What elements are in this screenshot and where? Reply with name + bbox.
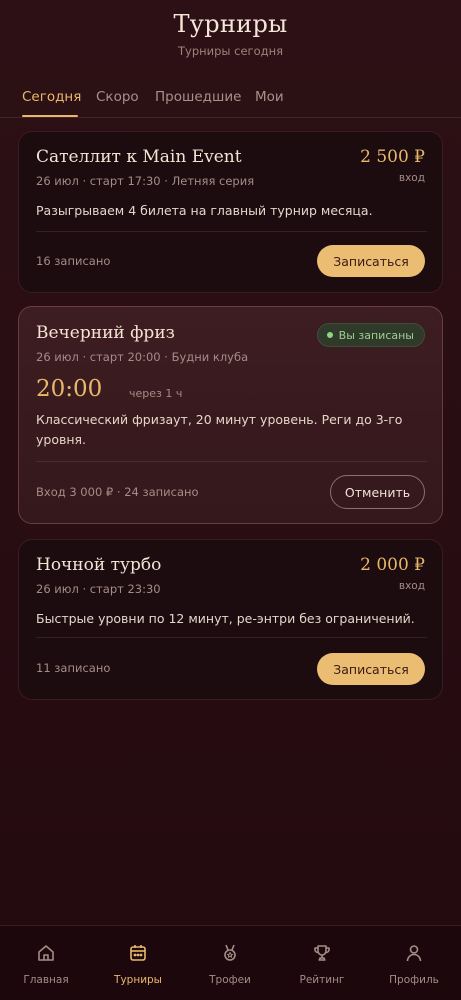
cancel-registration-button[interactable]: Отменить bbox=[330, 475, 425, 509]
tournament-title: Вечерний фриз bbox=[36, 323, 175, 343]
register-button[interactable]: Записаться bbox=[317, 653, 425, 685]
nav-item-profile[interactable]: Профиль bbox=[368, 926, 460, 1000]
card-divider bbox=[36, 637, 427, 638]
page-title: Турниры bbox=[173, 10, 288, 38]
tournament-card[interactable]: Ночной турбо 2 000 ₽ вход 26 июл · старт… bbox=[18, 539, 443, 700]
medal-icon bbox=[224, 944, 236, 961]
entry-price: 2 000 ₽ bbox=[360, 555, 425, 575]
nav-item-home[interactable]: Главная bbox=[0, 926, 92, 1000]
tab-mine[interactable]: Мои bbox=[255, 89, 284, 105]
entry-price: 2 500 ₽ bbox=[360, 147, 425, 167]
user-icon bbox=[406, 945, 422, 962]
registered-badge-label: Вы записаны bbox=[338, 328, 414, 342]
tab-bar: Сегодня Скоро Прошедшие Мои bbox=[0, 88, 461, 118]
bottom-nav: Главная Турниры Трофеи Рейтинг Профиль bbox=[0, 925, 461, 1000]
tournament-card-registered[interactable]: Вечерний фриз Вы записаны 26 июл · старт… bbox=[18, 306, 443, 524]
nav-label: Турниры bbox=[114, 974, 162, 986]
nav-item-tournaments[interactable]: Турниры bbox=[92, 926, 184, 1000]
tournament-meta: 26 июл · старт 17:30 · Летняя серия bbox=[36, 174, 255, 188]
nav-label: Трофеи bbox=[209, 974, 251, 986]
entry-and-registered: Вход 3 000 ₽ · 24 записано bbox=[36, 485, 199, 499]
tab-today[interactable]: Сегодня bbox=[22, 89, 81, 105]
tab-past[interactable]: Прошедшие bbox=[155, 89, 241, 105]
nav-label: Главная bbox=[23, 974, 69, 986]
tournament-description: Быстрые уровни по 12 минут, ре-энтри без… bbox=[36, 611, 415, 626]
start-time: 20:00 bbox=[36, 376, 103, 402]
registered-badge: Вы записаны bbox=[316, 323, 425, 347]
tab-soon[interactable]: Скоро bbox=[96, 89, 139, 105]
nav-item-trophies[interactable]: Трофеи bbox=[184, 926, 276, 1000]
tournament-card[interactable]: Сателлит к Main Event 2 500 ₽ вход 26 ию… bbox=[18, 131, 443, 293]
tournament-meta: 26 июл · старт 23:30 bbox=[36, 582, 161, 596]
tournament-title: Ночной турбо bbox=[36, 555, 162, 575]
register-button[interactable]: Записаться bbox=[317, 245, 425, 277]
tournament-meta: 26 июл · старт 20:00 · Будни клуба bbox=[36, 350, 249, 364]
card-divider bbox=[36, 231, 427, 232]
nav-item-rating[interactable]: Рейтинг bbox=[276, 926, 368, 1000]
tournament-title: Сателлит к Main Event bbox=[36, 147, 242, 167]
trophy-icon bbox=[314, 945, 330, 961]
entry-price-label: вход bbox=[398, 580, 425, 592]
registered-count: 16 записано bbox=[36, 254, 111, 268]
card-divider bbox=[36, 461, 427, 462]
entry-price-label: вход bbox=[398, 172, 425, 184]
tournament-description: Классический фризаут, 20 минут уровень. … bbox=[36, 412, 403, 447]
nav-label: Рейтинг bbox=[299, 974, 345, 986]
tournament-description: Разыгрываем 4 билета на главный турнир м… bbox=[36, 203, 373, 218]
registered-count: 11 записано bbox=[36, 661, 111, 675]
status-dot-icon bbox=[326, 332, 333, 338]
countdown: через 1 ч bbox=[129, 387, 183, 400]
nav-label: Профиль bbox=[389, 974, 439, 986]
calendar-icon bbox=[130, 945, 146, 961]
home-icon bbox=[38, 945, 54, 961]
active-tab-indicator bbox=[22, 115, 78, 117]
page-subtitle: Турниры сегодня bbox=[177, 44, 284, 58]
